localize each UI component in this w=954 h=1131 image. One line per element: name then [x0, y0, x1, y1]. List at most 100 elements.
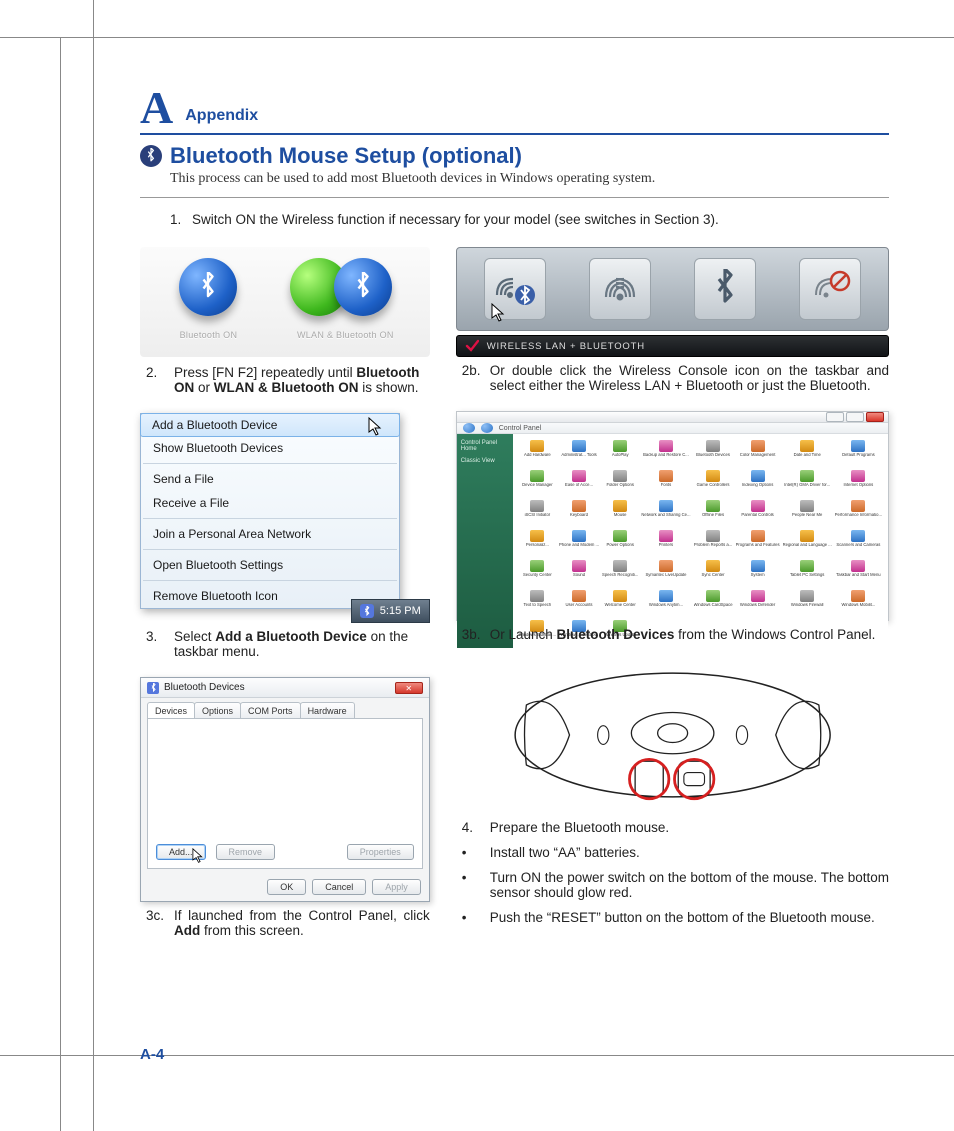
apply-button[interactable]: Apply	[372, 879, 421, 895]
cp-icon[interactable]: Bluetooth Devices	[694, 440, 733, 466]
remove-button[interactable]: Remove	[216, 844, 276, 860]
cp-icon[interactable]: Personaliz...	[519, 530, 556, 556]
cp-icon[interactable]: Performance Informatio...	[835, 500, 882, 526]
cp-icon[interactable]: Fonts	[641, 470, 690, 496]
cp-icon[interactable]: Scanners and Cameras	[835, 530, 882, 556]
step-2b: 2b. Or double click the Wireless Console…	[462, 363, 889, 393]
cp-max-button[interactable]	[846, 412, 864, 422]
wc-disabled-icon[interactable]	[799, 258, 861, 320]
cp-icon[interactable]: Indexing Options	[736, 470, 780, 496]
right-column: Wireless Lan + Bluetooth 2b. Or double c…	[456, 247, 889, 956]
cp-icon[interactable]: Tablet PC Settings	[783, 560, 832, 586]
menu-item-join-pan[interactable]: Join a Personal Area Network	[141, 522, 399, 546]
cp-icon[interactable]: Folder Options	[602, 470, 638, 496]
cp-icon[interactable]: Taskbar and Start Menu	[835, 560, 882, 586]
nav-back-icon[interactable]	[463, 423, 475, 433]
bluetooth-context-menu: Add a Bluetooth Device Show Bluetooth De…	[140, 413, 400, 609]
cp-icon[interactable]: Sound	[559, 560, 599, 586]
cp-icon[interactable]: Date and Time	[783, 440, 832, 466]
menu-item-show-bluetooth-devices[interactable]: Show Bluetooth Devices	[141, 436, 399, 460]
cp-icon[interactable]: Problem Reports a...	[694, 530, 733, 556]
dialog-close-button[interactable]: ✕	[395, 682, 423, 694]
cp-icon[interactable]: Phone and Modem ...	[559, 530, 599, 556]
menu-item-send-file[interactable]: Send a File	[141, 467, 399, 491]
tab-hardware[interactable]: Hardware	[300, 702, 355, 718]
wc-wlan-icon[interactable]	[589, 258, 651, 320]
cp-icon[interactable]: Regional and Language ...	[783, 530, 832, 556]
step-1-number: 1.	[170, 212, 192, 227]
cp-icon[interactable]: Network and Sharing Ce...	[641, 500, 690, 526]
menu-item-receive-file[interactable]: Receive a File	[141, 491, 399, 515]
ok-button[interactable]: OK	[267, 879, 306, 895]
cursor-icon	[192, 848, 205, 864]
nav-fwd-icon[interactable]	[481, 423, 493, 433]
cp-icon[interactable]: Security Center	[519, 560, 556, 586]
step-2-text: Press [FN F2] repeatedly until Bluetooth…	[174, 365, 430, 395]
section-title: Bluetooth Mouse Setup (optional)	[170, 143, 522, 169]
cp-icon[interactable]: User Accounts	[559, 590, 599, 616]
tray-bluetooth-icon[interactable]	[360, 604, 374, 618]
cp-icon[interactable]: Ease of Acce...	[559, 470, 599, 496]
mouse-bottom-figure	[456, 660, 889, 810]
properties-button[interactable]: Properties	[347, 844, 414, 860]
wc-footer-text: Wireless Lan + Bluetooth	[487, 341, 645, 352]
menu-item-open-bluetooth-settings[interactable]: Open Bluetooth Settings	[141, 553, 399, 577]
bluetooth-icon	[140, 145, 162, 167]
step-4-number: 4.	[462, 820, 490, 835]
cp-icon[interactable]: People Near Me	[783, 500, 832, 526]
osd-right-label: WLAN & Bluetooth ON	[297, 330, 394, 340]
step-3b-text: Or Launch Bluetooth Devices from the Win…	[490, 627, 889, 642]
cp-icon[interactable]: Parental Controls	[736, 500, 780, 526]
bullet-3: •Push the “RESET” button on the bottom o…	[462, 910, 889, 925]
cp-side-home[interactable]: Control Panel Home	[461, 440, 509, 452]
cancel-button[interactable]: Cancel	[312, 879, 366, 895]
osd-bluetooth-on: Bluetooth ON	[169, 256, 247, 340]
cp-side-classic[interactable]: Classic View	[461, 458, 509, 464]
cp-icon[interactable]: Backup and Restore C...	[641, 440, 690, 466]
step-3c: 3c. If launched from the Control Panel, …	[146, 908, 430, 938]
cp-icon[interactable]: Windows CardSpace	[694, 590, 733, 616]
cp-icon[interactable]: Text to Speech	[519, 590, 556, 616]
wc-wlan-bt-icon[interactable]	[484, 258, 546, 320]
cp-icon[interactable]: Add Hardware	[519, 440, 556, 466]
cp-sidebar: Control Panel Home Classic View	[457, 434, 513, 648]
dialog-device-list: Add... Remove Properties	[147, 718, 423, 869]
cp-icon[interactable]: Sync Center	[694, 560, 733, 586]
cp-icon[interactable]: iSCSI Initiator	[519, 500, 556, 526]
cp-icon[interactable]: Printers	[641, 530, 690, 556]
cp-icon[interactable]: Windows Mobilit...	[835, 590, 882, 616]
cp-icon[interactable]: Welcome Center	[602, 590, 638, 616]
tab-options[interactable]: Options	[194, 702, 241, 718]
cp-icon[interactable]: Default Programs	[835, 440, 882, 466]
cp-icon[interactable]: System	[736, 560, 780, 586]
cp-icon[interactable]: Symantec LiveUpdate	[641, 560, 690, 586]
cp-icon[interactable]: Windows Defender	[736, 590, 780, 616]
tab-devices[interactable]: Devices	[147, 702, 195, 718]
wc-bt-icon[interactable]	[694, 258, 756, 320]
cp-icon[interactable]: Power Options	[602, 530, 638, 556]
appendix-header: A Appendix	[140, 85, 889, 135]
cp-icon[interactable]: Game Controllers	[694, 470, 733, 496]
system-tray: 5:15 PM	[351, 599, 430, 623]
cp-icon[interactable]: Programs and Features	[736, 530, 780, 556]
cp-icon[interactable]: Windows Firewall	[783, 590, 832, 616]
step-4: 4. Prepare the Bluetooth mouse.	[462, 820, 889, 835]
cp-icon[interactable]: Administrat... Tools	[559, 440, 599, 466]
cp-icon[interactable]: Internet Options	[835, 470, 882, 496]
cp-icon[interactable]: Mouse	[602, 500, 638, 526]
cp-icon[interactable]: Intel(R) GMA Driver for...	[783, 470, 832, 496]
bullet-1: •Install two “AA” batteries.	[462, 845, 889, 860]
cp-icon[interactable]: AutoPlay	[602, 440, 638, 466]
cp-icon[interactable]: Device Manager	[519, 470, 556, 496]
cp-icon[interactable]: Speech Recogniti...	[602, 560, 638, 586]
tab-com-ports[interactable]: COM Ports	[240, 702, 301, 718]
step-2-number: 2.	[146, 365, 174, 395]
cp-icon[interactable]: Keyboard	[559, 500, 599, 526]
menu-item-add-bluetooth-device[interactable]: Add a Bluetooth Device	[140, 413, 400, 437]
step-2: 2. Press [FN F2] repeatedly until Blueto…	[146, 365, 430, 395]
cp-min-button[interactable]	[826, 412, 844, 422]
cp-icon[interactable]: Color Management	[736, 440, 780, 466]
cp-icon[interactable]: Windows Anytim...	[641, 590, 690, 616]
cp-icon[interactable]: Offline Files	[694, 500, 733, 526]
cp-close-button[interactable]	[866, 412, 884, 422]
